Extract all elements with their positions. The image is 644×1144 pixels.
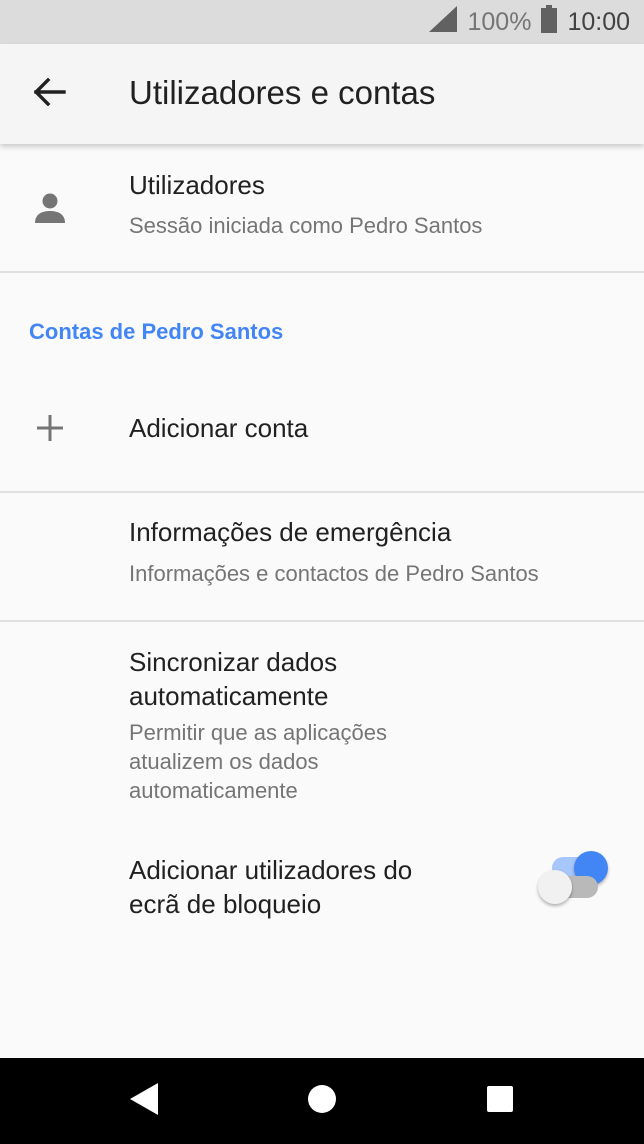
add-account-row[interactable]: Adicionar conta bbox=[0, 378, 644, 492]
person-icon bbox=[28, 186, 72, 230]
battery-percent: 100% bbox=[467, 7, 532, 36]
clock: 10:00 bbox=[567, 7, 630, 36]
emergency-info-subtitle: Informações e contactos de Pedro Santos bbox=[129, 561, 539, 586]
navigation-bar bbox=[0, 1058, 644, 1144]
users-subtitle: Sessão iniciada como Pedro Santos bbox=[129, 213, 483, 238]
nav-back-triangle-icon bbox=[128, 1081, 160, 1122]
app-bar: Utilizadores e contas bbox=[0, 44, 644, 144]
users-row[interactable]: Utilizadores Sessão iniciada como Pedro … bbox=[0, 144, 644, 272]
status-bar: 100% 10:00 bbox=[0, 0, 644, 44]
divider bbox=[0, 271, 644, 273]
back-button[interactable] bbox=[22, 66, 78, 122]
nav-back-button[interactable] bbox=[104, 1058, 184, 1144]
plus-icon bbox=[28, 406, 72, 450]
lockscreen-users-row[interactable]: Adicionar utilizadores do ecrã de bloque… bbox=[0, 834, 644, 944]
nav-home-circle-icon bbox=[307, 1084, 337, 1119]
auto-sync-subtitle-line2: atualizem os dados bbox=[129, 749, 319, 774]
auto-sync-title-line1: Sincronizar dados bbox=[129, 647, 338, 677]
battery-icon bbox=[541, 4, 558, 40]
emergency-info-title: Informações de emergência bbox=[129, 517, 452, 547]
users-title: Utilizadores bbox=[129, 170, 265, 200]
arrow-back-icon bbox=[33, 77, 66, 111]
auto-sync-subtitle-line1: Permitir que as aplicações bbox=[129, 720, 388, 745]
auto-sync-row[interactable]: Sincronizar dados automaticamente Permit… bbox=[0, 622, 644, 885]
auto-sync-title-line2: automaticamente bbox=[129, 681, 329, 711]
lockscreen-users-title-line2: ecrã de bloqueio bbox=[129, 889, 322, 919]
add-account-label: Adicionar conta bbox=[129, 413, 309, 443]
lockscreen-users-toggle[interactable] bbox=[538, 866, 598, 906]
page-title: Utilizadores e contas bbox=[129, 74, 436, 111]
nav-home-button[interactable] bbox=[282, 1058, 362, 1144]
emergency-info-row[interactable]: Informações de emergência Informações e … bbox=[0, 493, 644, 619]
lockscreen-users-title-line1: Adicionar utilizadores do bbox=[129, 855, 413, 885]
toggle-thumb bbox=[538, 870, 572, 904]
nav-recents-button[interactable] bbox=[460, 1058, 540, 1144]
auto-sync-subtitle-line3: automaticamente bbox=[129, 778, 298, 803]
accounts-section-header: Contas de Pedro Santos bbox=[29, 319, 284, 344]
signal-icon bbox=[429, 5, 458, 39]
nav-recents-square-icon bbox=[486, 1085, 514, 1118]
